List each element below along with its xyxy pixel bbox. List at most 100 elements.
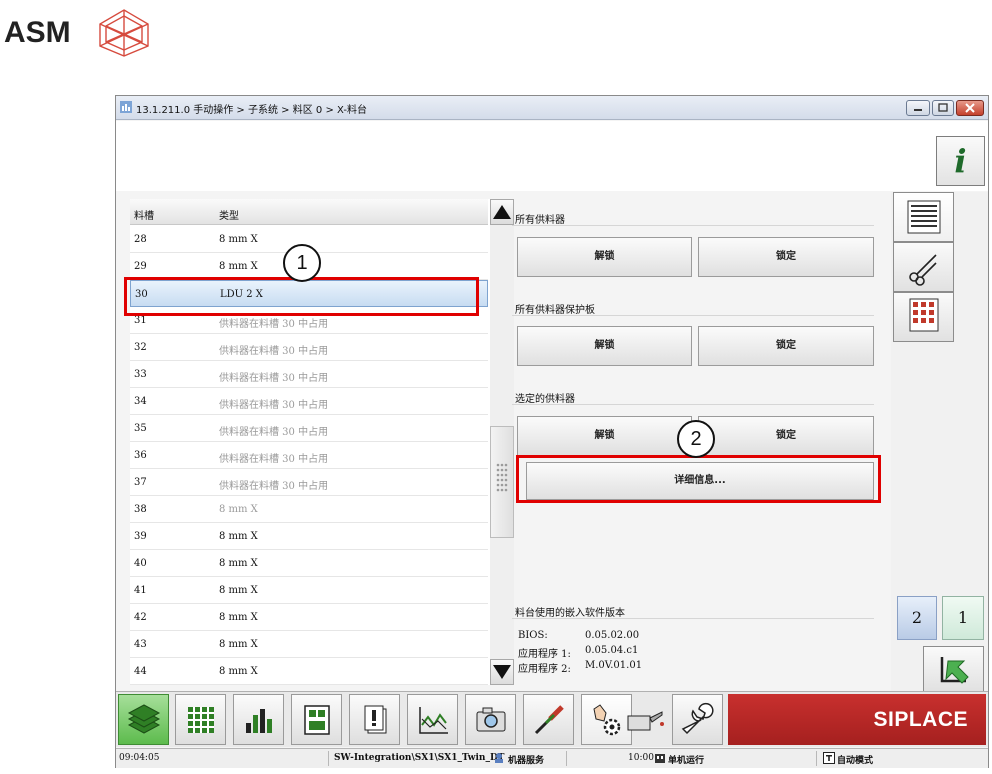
- slot-cell: 28: [134, 234, 147, 245]
- selected-feeder-label: 选定的供料器: [515, 394, 575, 405]
- page-1-button[interactable]: 1: [942, 596, 984, 640]
- table-row[interactable]: 42 8 mm X: [130, 604, 488, 631]
- divider: [512, 225, 874, 226]
- all-covers-unlock-button[interactable]: 解锁: [517, 326, 692, 366]
- app2-value: M.0V.01.01: [585, 660, 643, 671]
- callout-1: 1: [283, 244, 321, 282]
- slot-cell: 44: [134, 666, 147, 677]
- splice-button[interactable]: [893, 242, 954, 292]
- toolbar-trend-button[interactable]: [407, 694, 458, 745]
- toolbar-camera-button[interactable]: [465, 694, 516, 745]
- column-header-type[interactable]: 类型: [219, 207, 239, 222]
- selected-lock-button[interactable]: 锁定: [698, 416, 874, 456]
- type-cell: 8 mm X: [219, 558, 258, 569]
- type-cell: 8 mm X: [219, 234, 258, 245]
- status-path: SW-Integration\SX1\SX1_Twin_DT: [334, 753, 505, 763]
- table-row[interactable]: 39 8 mm X: [130, 523, 488, 550]
- maximize-button[interactable]: [932, 100, 954, 116]
- list-view-button[interactable]: [893, 192, 954, 242]
- slot-cell: 38: [134, 504, 147, 515]
- status-separator: [816, 751, 817, 766]
- layer-stack-icon: [127, 704, 161, 734]
- toolbar-oil-button[interactable]: [618, 694, 672, 745]
- slot-cell: 34: [134, 396, 147, 407]
- table-row[interactable]: 41 8 mm X: [130, 577, 488, 604]
- close-button[interactable]: [956, 100, 984, 116]
- table-row[interactable]: 40 8 mm X: [130, 550, 488, 577]
- slot-cell: 42: [134, 612, 147, 623]
- toolbar-layout-button[interactable]: [291, 694, 342, 745]
- all-covers-lock-button[interactable]: 锁定: [698, 326, 874, 366]
- app-window: 13.1.211.0 手动操作 > 子系统 > 料区 0 > X-料台 i 料槽…: [115, 95, 989, 768]
- info-button[interactable]: i: [936, 136, 985, 186]
- navigate-back-button[interactable]: [923, 646, 984, 692]
- table-row[interactable]: 34 供料器在料槽 30 中占用: [130, 388, 488, 415]
- status-mode-auto: 自动模式: [837, 756, 874, 766]
- asm-logo-text: ASM: [4, 16, 71, 49]
- bios-value: 0.05.02.00: [585, 630, 640, 641]
- toolbar-alarms-button[interactable]: [349, 694, 400, 745]
- toolbar-board-button[interactable]: [175, 694, 226, 745]
- oil-can-icon: [627, 711, 664, 731]
- layout-icon: [304, 705, 330, 735]
- scroll-down-button[interactable]: [490, 659, 514, 685]
- status-separator: [328, 751, 329, 766]
- all-feeders-lock-button[interactable]: 锁定: [698, 237, 874, 277]
- scroll-thumb[interactable]: [490, 426, 514, 538]
- slot-cell: 33: [134, 369, 147, 380]
- feeder-grid-button[interactable]: [893, 292, 954, 342]
- app1-label: 应用程序 1:: [518, 649, 571, 660]
- table-row[interactable]: 37 供料器在料槽 30 中占用: [130, 469, 488, 496]
- toolbar-stack-button[interactable]: [118, 694, 169, 745]
- status-mode-standalone: 单机运行: [668, 756, 705, 766]
- table-row[interactable]: 32 供料器在料槽 30 中占用: [130, 334, 488, 361]
- status-service: 机器服务: [508, 756, 545, 766]
- scroll-up-button[interactable]: [490, 199, 514, 225]
- bios-label: BIOS:: [518, 630, 548, 641]
- toolbar-tools-button[interactable]: [523, 694, 574, 745]
- all-covers-label: 所有供料器保护板: [515, 305, 595, 316]
- alarm-docs-icon: [364, 705, 387, 734]
- type-cell: 8 mm X: [219, 504, 258, 515]
- table-row[interactable]: 35 供料器在料槽 30 中占用: [130, 415, 488, 442]
- status-separator: [566, 751, 567, 766]
- minimize-button[interactable]: [906, 100, 930, 116]
- close-icon: [965, 103, 975, 113]
- type-cell: 供料器在料槽 30 中占用: [219, 454, 329, 465]
- table-row[interactable]: 36 供料器在料槽 30 中占用: [130, 442, 488, 469]
- triangle-down-icon: [493, 665, 511, 679]
- column-header-slot[interactable]: 料槽: [134, 207, 154, 222]
- type-cell: 供料器在料槽 30 中占用: [219, 373, 329, 384]
- standalone-icon: [655, 754, 665, 763]
- machine-service-icon: [495, 753, 503, 763]
- scrollbar[interactable]: [490, 199, 514, 685]
- table-row[interactable]: 33 供料器在料槽 30 中占用: [130, 361, 488, 388]
- bar-chart-icon: [246, 709, 272, 733]
- slot-cell: 41: [134, 585, 147, 596]
- type-cell: 8 mm X: [219, 531, 258, 542]
- type-cell: 8 mm X: [219, 585, 258, 596]
- slot-cell: 37: [134, 477, 147, 488]
- firmware-label: 料台使用的嵌入软件版本: [515, 608, 625, 619]
- selected-unlock-button[interactable]: 解锁: [517, 416, 692, 456]
- all-feeders-unlock-button[interactable]: 解锁: [517, 237, 692, 277]
- page-2-button[interactable]: 2: [897, 596, 937, 640]
- app1-value: 0.05.04.c1: [585, 645, 639, 656]
- type-cell: 供料器在料槽 30 中占用: [219, 346, 329, 357]
- toolbar-statistics-button[interactable]: [233, 694, 284, 745]
- toolbar-service-button[interactable]: [672, 694, 723, 745]
- all-feeders-label: 所有供料器: [515, 215, 565, 226]
- table-row[interactable]: 43 8 mm X: [130, 631, 488, 658]
- slot-cell: 32: [134, 342, 147, 353]
- table-row[interactable]: 38 8 mm X: [130, 496, 488, 523]
- type-cell: 8 mm X: [219, 612, 258, 623]
- app-icon: [120, 101, 132, 113]
- divider: [512, 618, 874, 619]
- table-row[interactable]: 44 8 mm X: [130, 658, 488, 685]
- title-bar: 13.1.211.0 手动操作 > 子系统 > 料区 0 > X-料台: [116, 96, 988, 120]
- slot-cell: 36: [134, 450, 147, 461]
- highlight-details-button: [516, 455, 881, 503]
- status-bar: 09:04:05 SW-Integration\SX1\SX1_Twin_DT …: [116, 748, 988, 768]
- wrench-icon: [681, 702, 714, 735]
- status-clock: 10:00: [628, 753, 654, 763]
